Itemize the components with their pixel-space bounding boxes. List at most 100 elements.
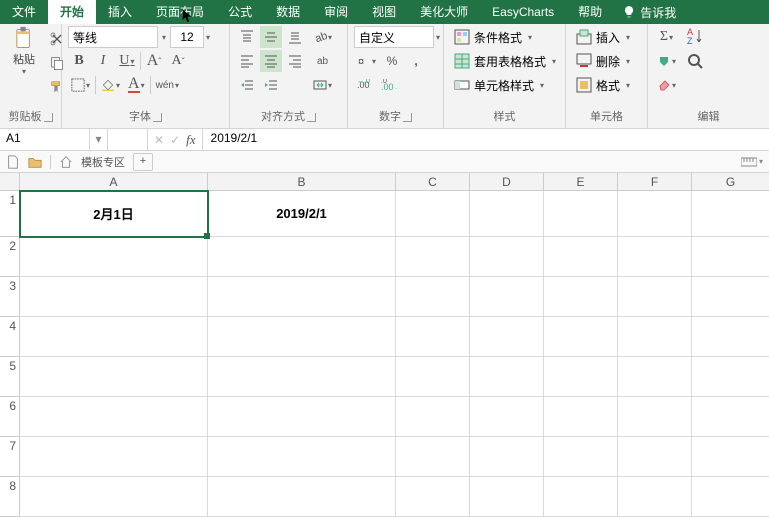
wrap-text-button[interactable]: ab xyxy=(310,50,335,72)
cell-D5[interactable] xyxy=(470,357,544,397)
cell-G1[interactable] xyxy=(692,191,769,237)
cell-A3[interactable] xyxy=(20,277,208,317)
col-header-E[interactable]: E xyxy=(544,173,618,191)
sort-filter-button[interactable]: AZ xyxy=(683,26,707,48)
cell-D4[interactable] xyxy=(470,317,544,357)
conditional-format-button[interactable]: 条件格式▾ xyxy=(450,26,536,48)
select-all-corner[interactable] xyxy=(0,173,20,191)
cell-G7[interactable] xyxy=(692,437,769,477)
cell-A5[interactable] xyxy=(20,357,208,397)
outdent-button[interactable] xyxy=(236,74,258,96)
cell-D8[interactable] xyxy=(470,477,544,517)
cell-A8[interactable] xyxy=(20,477,208,517)
cell-C4[interactable] xyxy=(396,317,470,357)
clear-button[interactable] xyxy=(654,74,679,96)
align-middle-button[interactable] xyxy=(260,26,282,48)
cell-F6[interactable] xyxy=(618,397,692,437)
align-bottom-button[interactable] xyxy=(284,26,306,48)
row-header-5[interactable]: 5 xyxy=(0,357,20,397)
cell-C2[interactable] xyxy=(396,237,470,277)
open-folder-icon[interactable] xyxy=(28,155,42,169)
insert-cells-button[interactable]: 插入▾ xyxy=(572,26,634,48)
cell-B8[interactable] xyxy=(208,477,396,517)
col-header-F[interactable]: F xyxy=(618,173,692,191)
tab-file[interactable]: 文件 xyxy=(0,0,48,24)
cell-A4[interactable] xyxy=(20,317,208,357)
copy-button[interactable] xyxy=(46,52,68,74)
percent-button[interactable]: % xyxy=(381,50,403,72)
tab-review[interactable]: 审阅 xyxy=(312,0,360,24)
font-color-button[interactable]: A xyxy=(125,74,148,96)
tab-insert[interactable]: 插入 xyxy=(96,0,144,24)
cell-G3[interactable] xyxy=(692,277,769,317)
cell-E4[interactable] xyxy=(544,317,618,357)
align-top-button[interactable] xyxy=(236,26,258,48)
decrease-decimal-button[interactable]: .0.00→ xyxy=(378,74,400,96)
row-header-1[interactable]: 1 xyxy=(0,191,20,237)
name-box[interactable]: A1 xyxy=(0,129,90,150)
row-header-7[interactable]: 7 xyxy=(0,437,20,477)
bold-button[interactable]: B xyxy=(68,50,90,72)
orientation-button[interactable]: ab xyxy=(310,26,335,48)
cell-B5[interactable] xyxy=(208,357,396,397)
cell-B3[interactable] xyxy=(208,277,396,317)
indent-button[interactable] xyxy=(260,74,282,96)
cell-E2[interactable] xyxy=(544,237,618,277)
cell-A6[interactable] xyxy=(20,397,208,437)
currency-button[interactable]: ¤ xyxy=(354,50,379,72)
row-header-6[interactable]: 6 xyxy=(0,397,20,437)
col-header-D[interactable]: D xyxy=(470,173,544,191)
paste-button[interactable]: 粘贴 ▾ xyxy=(6,26,42,76)
cell-D2[interactable] xyxy=(470,237,544,277)
fill-button[interactable] xyxy=(654,50,679,72)
tab-data[interactable]: 数据 xyxy=(264,0,312,24)
tell-me[interactable]: 告诉我 xyxy=(622,0,676,24)
italic-button[interactable]: I xyxy=(92,50,114,72)
shrink-font-button[interactable]: Aˇ xyxy=(167,50,189,72)
col-header-G[interactable]: G xyxy=(692,173,769,191)
row-header-4[interactable]: 4 xyxy=(0,317,20,357)
col-header-C[interactable]: C xyxy=(396,173,470,191)
tab-easycharts[interactable]: EasyCharts xyxy=(480,0,566,24)
cell-D3[interactable] xyxy=(470,277,544,317)
cancel-formula-button[interactable]: ✕ xyxy=(154,133,164,147)
find-select-button[interactable] xyxy=(683,50,707,72)
cell-A7[interactable] xyxy=(20,437,208,477)
cell-C8[interactable] xyxy=(396,477,470,517)
add-sheet-button[interactable]: + xyxy=(133,153,153,171)
row-header-8[interactable]: 8 xyxy=(0,477,20,517)
cell-F1[interactable] xyxy=(618,191,692,237)
cell-B2[interactable] xyxy=(208,237,396,277)
align-right-button[interactable] xyxy=(284,50,306,72)
fx-icon[interactable]: fx xyxy=(186,132,195,148)
cut-button[interactable] xyxy=(46,28,68,50)
number-format-select[interactable] xyxy=(354,26,434,48)
phonetic-button[interactable]: wén xyxy=(153,74,182,96)
tab-beautify[interactable]: 美化大师 xyxy=(408,0,480,24)
cell-C1[interactable] xyxy=(396,191,470,237)
cell-B6[interactable] xyxy=(208,397,396,437)
increase-decimal-button[interactable]: .00←.0 xyxy=(354,74,376,96)
cell-C5[interactable] xyxy=(396,357,470,397)
cell-F7[interactable] xyxy=(618,437,692,477)
cell-G2[interactable] xyxy=(692,237,769,277)
cell-G6[interactable] xyxy=(692,397,769,437)
format-painter-button[interactable] xyxy=(46,76,68,98)
cell-G5[interactable] xyxy=(692,357,769,397)
col-header-B[interactable]: B xyxy=(208,173,396,191)
delete-cells-button[interactable]: 删除▾ xyxy=(572,50,634,72)
cell-C7[interactable] xyxy=(396,437,470,477)
name-box-dropdown[interactable]: ▾ xyxy=(90,129,108,150)
font-size-input[interactable] xyxy=(170,26,204,48)
row-header-2[interactable]: 2 xyxy=(0,237,20,277)
cell-A2[interactable] xyxy=(20,237,208,277)
cell-E7[interactable] xyxy=(544,437,618,477)
cell-E1[interactable] xyxy=(544,191,618,237)
merge-button[interactable] xyxy=(310,74,335,96)
cell-E6[interactable] xyxy=(544,397,618,437)
cell-D6[interactable] xyxy=(470,397,544,437)
cell-E3[interactable] xyxy=(544,277,618,317)
tab-view[interactable]: 视图 xyxy=(360,0,408,24)
cell-F2[interactable] xyxy=(618,237,692,277)
cell-B1[interactable]: 2019/2/1 xyxy=(208,191,396,237)
